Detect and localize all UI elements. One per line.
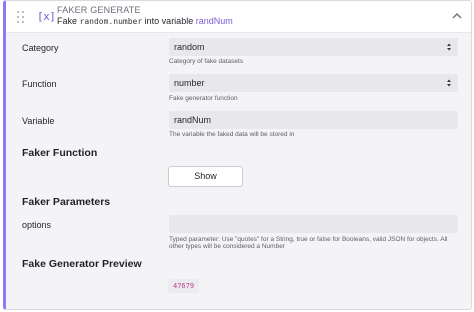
faker-function-heading: Faker Function [22, 147, 98, 159]
category-help: Category of fake datasets [169, 58, 244, 65]
desc-middle: into variable [144, 16, 194, 26]
function-select[interactable]: number [169, 74, 458, 92]
function-value: number [174, 78, 205, 88]
options-input[interactable] [169, 215, 458, 233]
variable-help: The variable the faked data will be stor… [169, 131, 295, 138]
desc-variable-name: randNum [195, 16, 233, 26]
desc-prefix: Fake [57, 16, 78, 26]
category-label: Category [22, 43, 59, 53]
step-title: FAKER GENERATE [57, 5, 141, 15]
desc-function-code: random.number [79, 17, 143, 26]
variable-value: randNum [174, 115, 212, 125]
faker-parameters-heading: Faker Parameters [22, 196, 111, 208]
chevron-up-icon[interactable] [451, 11, 463, 21]
drag-handle-icon[interactable] [17, 11, 25, 23]
options-help-line2: other types will be considered a Number [169, 243, 285, 250]
card-header[interactable]: [x] FAKER GENERATE Fake random.number in… [6, 1, 471, 33]
variable-input[interactable]: randNum [169, 111, 458, 129]
category-select[interactable]: random [169, 38, 458, 56]
select-arrows-icon [447, 43, 451, 51]
variable-icon: [x] [37, 10, 56, 23]
select-arrows-icon [447, 79, 451, 87]
category-value: random [174, 42, 205, 52]
step-description: Fake random.number into variable randNum [57, 16, 233, 26]
function-label: Function [22, 79, 57, 89]
faker-generate-card: [x] FAKER GENERATE Fake random.number in… [3, 0, 472, 310]
fake-generator-preview-heading: Fake Generator Preview [22, 258, 142, 270]
preview-value: 47679 [168, 279, 200, 293]
variable-label: Variable [22, 116, 55, 126]
function-help: Fake generator function [169, 95, 238, 102]
card-body: Category random Category of fake dataset… [6, 34, 471, 309]
options-label: options [22, 220, 52, 230]
show-button[interactable]: Show [168, 166, 243, 187]
